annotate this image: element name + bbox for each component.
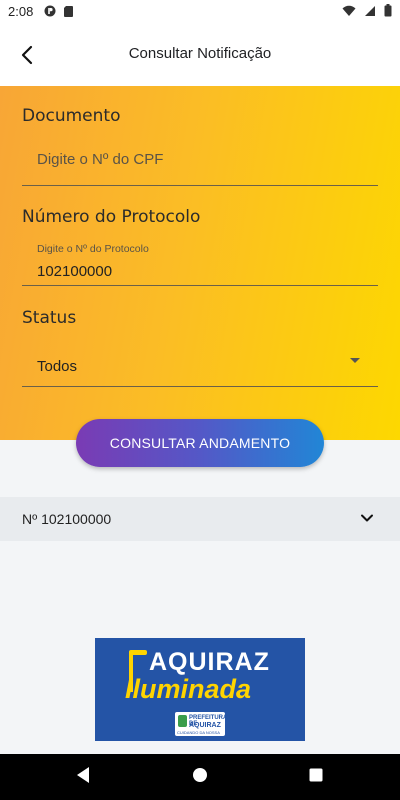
cpf-input[interactable]: Digite o Nº do CPF bbox=[22, 136, 378, 186]
consult-status-button[interactable]: CONSULTAR ANDAMENTO bbox=[76, 419, 324, 467]
sd-card-icon bbox=[63, 5, 75, 17]
app-bar: Consultar Notificação bbox=[0, 24, 400, 86]
status-bar: 2:08 bbox=[0, 0, 400, 24]
seal-motto-text: CUIDANDO DA NOSSA GENTE bbox=[177, 730, 220, 740]
dropdown-arrow-icon bbox=[350, 358, 360, 363]
protocol-label: Número do Protocolo bbox=[22, 207, 201, 227]
protocol-input-value: 102100000 bbox=[37, 263, 113, 280]
nav-home-icon[interactable] bbox=[192, 766, 208, 789]
signal-icon bbox=[364, 5, 376, 20]
battery-icon bbox=[384, 4, 392, 20]
search-form-panel: Documento Digite o Nº do CPF Número do P… bbox=[0, 86, 400, 440]
status-time: 2:08 bbox=[8, 4, 34, 19]
chevron-down-icon[interactable] bbox=[360, 511, 374, 530]
document-label: Documento bbox=[22, 106, 121, 126]
protocol-input[interactable]: Digite o Nº do Protocolo 102100000 bbox=[22, 236, 378, 286]
crest-icon bbox=[178, 715, 187, 727]
lamp-head-icon bbox=[129, 650, 147, 655]
cpf-input-placeholder: Digite o Nº do CPF bbox=[37, 151, 164, 168]
app-notification-icon bbox=[44, 5, 56, 17]
wifi-icon bbox=[342, 5, 356, 20]
prefeitura-seal: PREFEITURA DE AQUIRAZ CUIDANDO DA NOSSA … bbox=[175, 712, 227, 740]
nav-back-icon[interactable] bbox=[75, 766, 91, 789]
result-item[interactable]: Nº 102100000 bbox=[0, 497, 400, 541]
system-nav-bar bbox=[0, 754, 400, 800]
status-selected-value: Todos bbox=[37, 358, 78, 375]
status-select[interactable]: Todos bbox=[22, 336, 378, 387]
result-title: Nº 102100000 bbox=[22, 511, 112, 527]
nav-recents-icon[interactable] bbox=[308, 766, 324, 789]
page-title: Consultar Notificação bbox=[128, 45, 272, 62]
protocol-floating-label: Digite o Nº do Protocolo bbox=[37, 243, 149, 255]
aquiraz-iluminada-logo: AQUIRAZ Iluminada PREFEITURA DE AQUIRAZ … bbox=[95, 638, 305, 741]
seal-name-text: AQUIRAZ bbox=[189, 722, 221, 729]
logo-line1: AQUIRAZ bbox=[149, 648, 270, 676]
status-label: Status bbox=[22, 308, 77, 328]
logo-line2: Iluminada bbox=[125, 674, 252, 704]
